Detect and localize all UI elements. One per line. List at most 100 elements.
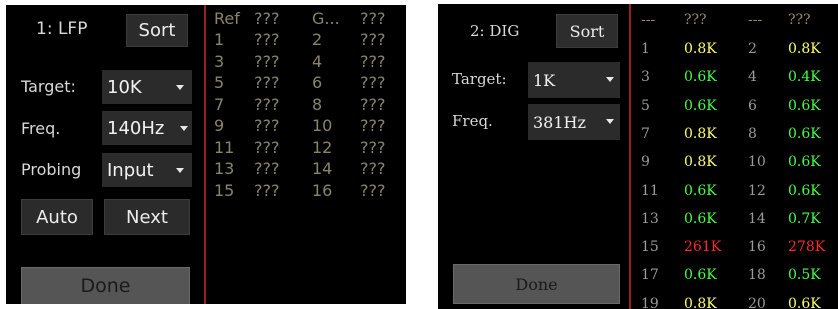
channel-value: ??? xyxy=(254,181,280,200)
channel-number: 9 xyxy=(214,116,225,135)
channel-number: 15 xyxy=(641,239,659,255)
table-header: ??? xyxy=(254,9,280,28)
table-header: ??? xyxy=(788,12,811,28)
channel-value: ??? xyxy=(360,52,386,71)
chevron-down-icon xyxy=(606,119,614,124)
channel-value: 278K xyxy=(788,239,826,255)
channel-value: 0.6K xyxy=(684,98,717,114)
channel-number: 6 xyxy=(748,98,757,114)
channel-number: 5 xyxy=(641,98,650,114)
channel-number: 12 xyxy=(748,183,766,199)
channel-value: ??? xyxy=(254,159,280,178)
done-button[interactable]: Done xyxy=(21,267,190,304)
channel-value: ??? xyxy=(254,52,280,71)
channel-number: 2 xyxy=(312,30,323,49)
next-button[interactable]: Next xyxy=(104,199,190,235)
table-header: ??? xyxy=(684,12,707,28)
channel-value: 261K xyxy=(684,239,722,255)
target-label: Target: xyxy=(21,77,76,96)
channel-value: 0.8K xyxy=(684,296,717,309)
channel-value: 0.8K xyxy=(684,154,717,170)
table-header: G... xyxy=(312,9,340,28)
sort-button[interactable]: Sort xyxy=(556,14,618,48)
channel-value: ??? xyxy=(360,95,386,114)
table-header: --- xyxy=(748,12,763,28)
freq-label: Freq. xyxy=(452,112,493,130)
channel-number: 4 xyxy=(312,52,323,71)
channel-value: 0.6K xyxy=(788,183,821,199)
channel-number: 2 xyxy=(748,41,757,57)
channel-value: 0.8K xyxy=(788,41,821,57)
chevron-down-icon xyxy=(176,168,184,173)
table-header: Ref xyxy=(214,9,240,28)
table-header: ??? xyxy=(360,9,386,28)
channel-number: 13 xyxy=(214,159,235,178)
target-select[interactable]: 10K xyxy=(102,70,192,104)
channel-value: 0.6K xyxy=(684,211,717,227)
chevron-down-icon xyxy=(176,85,184,90)
channel-value: 0.6K xyxy=(788,296,821,309)
channel-value: ??? xyxy=(360,159,386,178)
channel-number: 20 xyxy=(748,296,766,309)
channel-value: 0.8K xyxy=(684,126,717,142)
freq-value: 140Hz xyxy=(107,117,165,139)
freq-value: 381Hz xyxy=(533,112,586,132)
chevron-down-icon xyxy=(606,77,614,82)
channel-value: ??? xyxy=(360,116,386,135)
channel-number: 14 xyxy=(312,159,333,178)
channel-number: 17 xyxy=(641,267,659,283)
lfp-panel: 1: LFP Sort Target: 10K Freq. 140Hz Prob… xyxy=(6,5,406,304)
probing-value: Input xyxy=(107,159,154,181)
channel-number: 13 xyxy=(641,211,659,227)
channel-number: 4 xyxy=(748,69,757,85)
channel-value: 0.6K xyxy=(684,69,717,85)
divider xyxy=(204,5,206,304)
channel-number: 7 xyxy=(641,126,650,142)
channel-number: 1 xyxy=(214,30,225,49)
done-button[interactable]: Done xyxy=(453,264,620,304)
channel-number: 10 xyxy=(748,154,766,170)
channel-value: 0.4K xyxy=(788,69,821,85)
channel-number: 12 xyxy=(312,138,333,157)
channel-number: 6 xyxy=(312,73,323,92)
channel-number: 8 xyxy=(312,95,323,114)
channel-value: 0.8K xyxy=(684,41,717,57)
channel-number: 19 xyxy=(641,296,659,309)
freq-select[interactable]: 381Hz xyxy=(528,104,620,140)
channel-value: ??? xyxy=(360,138,386,157)
channel-number: 5 xyxy=(214,73,225,92)
channel-number: 16 xyxy=(748,239,766,255)
dig-panel: 2: DIG Sort Target: 1K Freq. 381Hz Done … xyxy=(438,4,838,309)
panel-title: 1: LFP xyxy=(36,19,88,39)
channel-number: 10 xyxy=(312,116,333,135)
channel-number: 18 xyxy=(748,267,766,283)
table-header: --- xyxy=(641,12,656,28)
channel-value: 0.6K xyxy=(788,126,821,142)
channel-number: 1 xyxy=(641,41,650,57)
sort-button[interactable]: Sort xyxy=(126,14,188,47)
channel-value: ??? xyxy=(254,95,280,114)
channel-number: 9 xyxy=(641,154,650,170)
channel-number: 11 xyxy=(214,138,235,157)
channel-value: 0.6K xyxy=(788,154,821,170)
divider xyxy=(629,4,631,309)
freq-select[interactable]: 140Hz xyxy=(102,111,192,145)
channel-number: 16 xyxy=(312,181,333,200)
auto-button[interactable]: Auto xyxy=(21,199,93,235)
channel-value: ??? xyxy=(360,73,386,92)
target-select[interactable]: 1K xyxy=(528,62,620,98)
probing-select[interactable]: Input xyxy=(102,153,192,187)
channel-value: 0.6K xyxy=(684,267,717,283)
channel-number: 11 xyxy=(641,183,659,199)
probing-label: Probing xyxy=(21,160,82,179)
channel-number: 7 xyxy=(214,95,225,114)
target-value: 1K xyxy=(533,70,556,90)
channel-value: 0.6K xyxy=(788,98,821,114)
channel-value: 0.7K xyxy=(788,211,821,227)
channel-value: ??? xyxy=(254,138,280,157)
channel-number: 14 xyxy=(748,211,766,227)
target-label: Target: xyxy=(452,70,507,88)
channel-number: 3 xyxy=(641,69,650,85)
channel-value: ??? xyxy=(360,30,386,49)
channel-value: ??? xyxy=(254,73,280,92)
